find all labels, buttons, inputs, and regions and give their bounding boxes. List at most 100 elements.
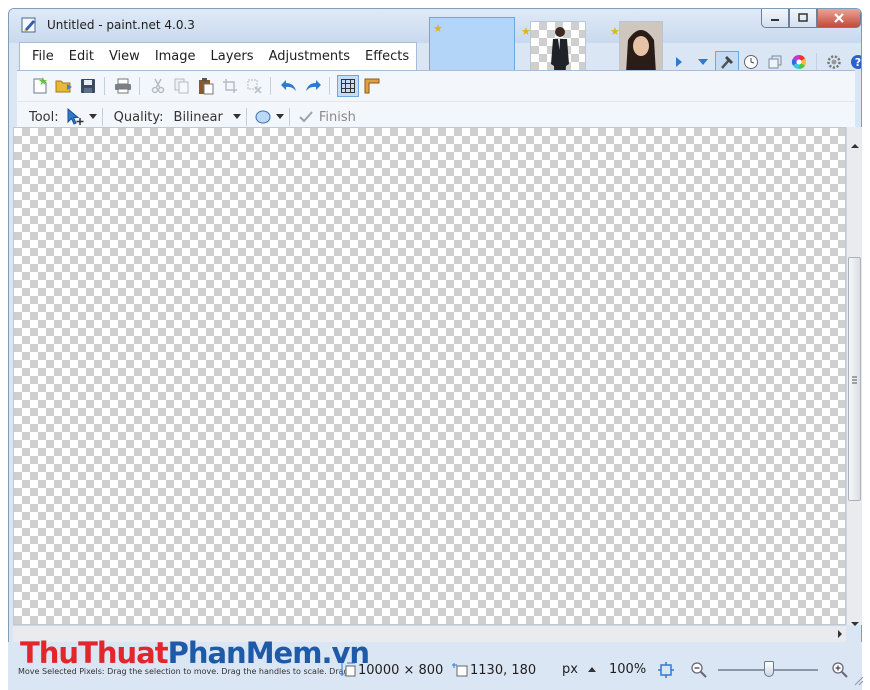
scroll-down-arrow-icon[interactable] — [848, 619, 862, 629]
separator — [329, 77, 330, 95]
menu-edit[interactable]: Edit — [69, 49, 94, 64]
tool-label: Tool: — [29, 109, 59, 125]
zoom-value: 100% — [609, 662, 647, 677]
watermark: ThuThuatPhanMem.vn — [20, 636, 370, 670]
zoom-out-icon[interactable] — [690, 661, 708, 679]
zoom-readout[interactable]: 100% — [609, 662, 646, 677]
units-selector[interactable]: px — [562, 662, 596, 677]
maximize-button[interactable] — [789, 9, 817, 28]
unsaved-star-icon: ★ — [433, 22, 443, 35]
window-controls — [761, 9, 861, 29]
zoom-to-window-icon[interactable] — [657, 661, 675, 679]
copy-button[interactable] — [171, 75, 193, 97]
new-image-button[interactable] — [29, 75, 51, 97]
cursor-position-icon — [452, 663, 468, 677]
toolbar-area: Tool: Quality: Bilinear Finish — [17, 70, 855, 133]
ruler-icon — [364, 78, 380, 94]
save-button[interactable] — [77, 75, 99, 97]
main-toolbar — [17, 71, 855, 101]
redo-icon — [306, 80, 321, 91]
separator — [101, 108, 103, 126]
watermark-part2: PhanMem.vn — [167, 636, 370, 670]
cut-button[interactable] — [147, 75, 169, 97]
undo-button[interactable] — [278, 75, 300, 97]
hammer-icon — [721, 56, 733, 69]
selection-mode-button[interactable] — [252, 106, 274, 128]
tool-selector[interactable] — [65, 106, 87, 128]
color-wheel-icon — [791, 54, 807, 70]
selection-mode-icon — [255, 110, 271, 124]
layers-icon — [768, 55, 782, 69]
clock-icon — [744, 55, 758, 69]
quality-dropdown[interactable]: Bilinear — [174, 110, 223, 125]
deselect-button[interactable] — [243, 75, 265, 97]
paste-icon — [199, 77, 214, 94]
separator — [270, 77, 271, 95]
paste-button[interactable] — [195, 75, 217, 97]
save-icon — [81, 79, 95, 93]
help-icon: ? — [851, 55, 861, 69]
finish-button[interactable]: Finish — [319, 110, 356, 125]
separator — [245, 108, 247, 126]
open-icon — [55, 80, 72, 93]
minimize-icon — [771, 19, 779, 21]
menu-effects[interactable]: Effects — [365, 49, 409, 64]
zoom-slider-knob[interactable] — [764, 661, 774, 677]
image-size-readout: 10000 × 800 — [340, 662, 443, 678]
scroll-up-arrow-icon[interactable] — [848, 141, 862, 151]
cursor-position-readout: 1130, 180 — [452, 662, 536, 678]
svg-text:?: ? — [855, 56, 861, 69]
menu-image[interactable]: Image — [155, 49, 196, 64]
undo-icon — [281, 80, 296, 91]
scroll-right-arrow-icon[interactable] — [835, 628, 845, 640]
maximize-icon — [798, 13, 808, 22]
chevron-down-icon[interactable] — [232, 114, 241, 120]
image-canvas[interactable] — [13, 127, 846, 625]
menu-adjustments[interactable]: Adjustments — [269, 49, 350, 64]
watermark-part1: ThuThuat — [20, 636, 169, 670]
chevron-right-icon — [676, 57, 682, 67]
gear-icon — [827, 55, 841, 69]
crop-icon — [223, 79, 237, 93]
vertical-scrollbar[interactable] — [846, 127, 862, 626]
crop-button[interactable] — [219, 75, 241, 97]
copy-icon — [174, 78, 189, 94]
checkmark-icon — [299, 111, 313, 123]
new-image-icon — [33, 77, 47, 94]
chevron-down-icon[interactable] — [88, 114, 97, 120]
cut-icon — [151, 78, 165, 94]
grid-icon — [341, 79, 355, 93]
move-selected-pixels-icon — [67, 108, 84, 125]
pixel-grid-toggle[interactable] — [337, 75, 359, 97]
close-icon — [834, 13, 844, 23]
units-value: px — [562, 662, 578, 677]
zoom-in-icon[interactable] — [831, 661, 849, 679]
open-button[interactable] — [53, 75, 75, 97]
cursor-position: 1130, 180 — [470, 662, 537, 678]
redo-button[interactable] — [302, 75, 324, 97]
chevron-down-icon — [698, 59, 708, 65]
separator — [288, 108, 290, 126]
vertical-scroll-thumb[interactable] — [848, 257, 861, 501]
window-title: Untitled - paint.net 4.0.3 — [47, 18, 195, 32]
grip-icon — [852, 376, 857, 384]
rulers-toggle[interactable] — [361, 75, 383, 97]
minimize-button[interactable] — [761, 9, 789, 28]
menu-file[interactable]: File — [32, 49, 54, 64]
menu-layers[interactable]: Layers — [211, 49, 254, 64]
separator — [139, 77, 140, 95]
image-size: 10000 × 800 — [358, 662, 444, 678]
status-hint: Move Selected Pixels: Drag the selection… — [18, 667, 357, 676]
resize-grip-icon[interactable] — [854, 676, 864, 686]
menu-bar: File Edit View Image Layers Adjustments … — [19, 42, 417, 70]
separator — [104, 77, 105, 95]
paintnet-icon — [21, 17, 36, 33]
menu-view[interactable]: View — [109, 49, 140, 64]
print-icon — [115, 78, 131, 94]
quality-label: Quality: — [113, 109, 164, 125]
deselect-icon — [247, 79, 262, 94]
close-button[interactable] — [817, 9, 861, 28]
chevron-up-icon — [587, 666, 596, 672]
chevron-down-icon[interactable] — [275, 114, 284, 120]
print-button[interactable] — [112, 75, 134, 97]
